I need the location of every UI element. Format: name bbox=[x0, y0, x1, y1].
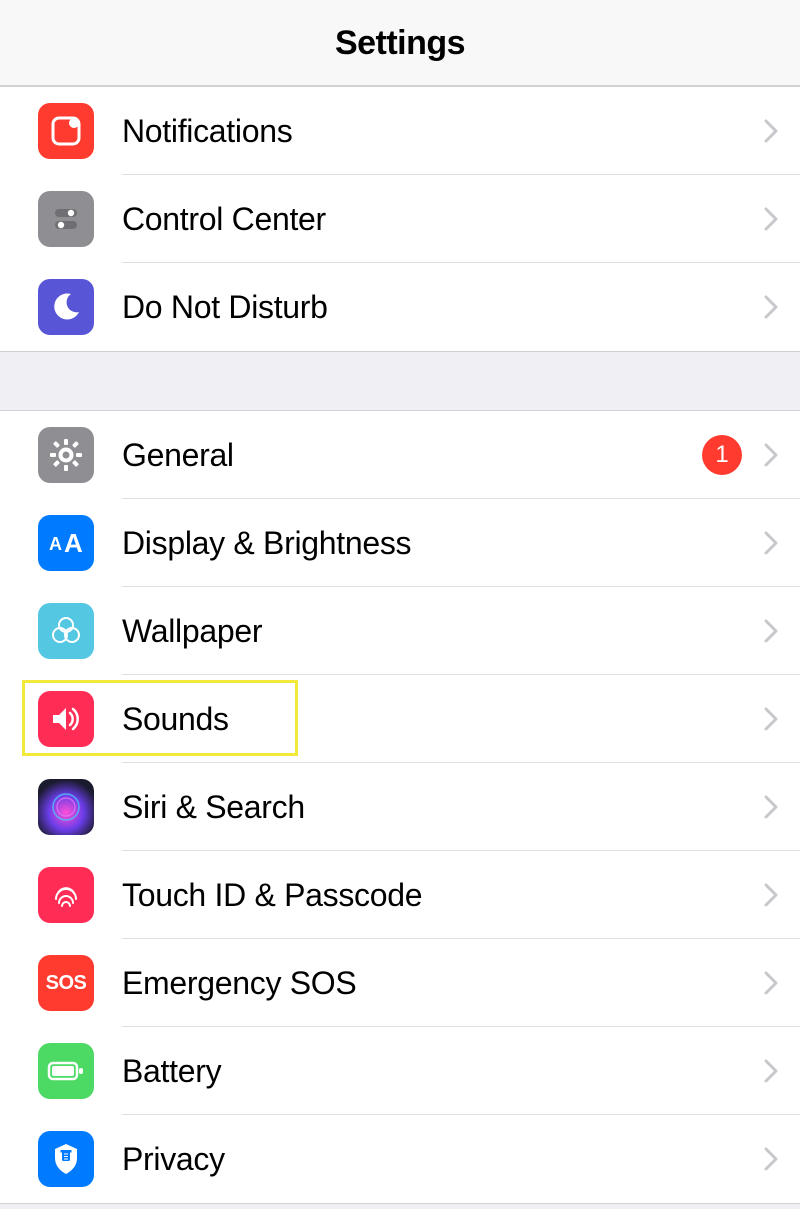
sos-text: SOS bbox=[46, 972, 87, 995]
chevron-right-icon bbox=[764, 619, 778, 643]
battery-icon bbox=[38, 1043, 94, 1099]
row-do-not-disturb[interactable]: Do Not Disturb bbox=[0, 263, 800, 351]
row-display-brightness[interactable]: AA Display & Brightness bbox=[0, 499, 800, 587]
header: Settings bbox=[0, 0, 800, 86]
svg-text:A: A bbox=[49, 534, 62, 554]
page-title: Settings bbox=[0, 24, 800, 63]
settings-group-2: General 1 AA Display & Brightness Wallpa… bbox=[0, 410, 800, 1204]
row-sounds[interactable]: Sounds bbox=[0, 675, 800, 763]
notification-badge: 1 bbox=[702, 435, 742, 475]
general-icon bbox=[38, 427, 94, 483]
chevron-right-icon bbox=[764, 1147, 778, 1171]
wallpaper-icon bbox=[38, 603, 94, 659]
row-label: Battery bbox=[122, 1053, 764, 1090]
chevron-right-icon bbox=[764, 883, 778, 907]
row-label: Notifications bbox=[122, 113, 764, 150]
chevron-right-icon bbox=[764, 207, 778, 231]
row-general[interactable]: General 1 bbox=[0, 411, 800, 499]
row-label: Sounds bbox=[122, 701, 764, 738]
row-label: Wallpaper bbox=[122, 613, 764, 650]
row-emergency-sos[interactable]: SOS Emergency SOS bbox=[0, 939, 800, 1027]
svg-text:A: A bbox=[64, 528, 83, 558]
row-privacy[interactable]: Privacy bbox=[0, 1115, 800, 1203]
siri-icon bbox=[38, 779, 94, 835]
chevron-right-icon bbox=[764, 795, 778, 819]
row-label: Control Center bbox=[122, 201, 764, 238]
emergency-sos-icon: SOS bbox=[38, 955, 94, 1011]
row-label: General bbox=[122, 437, 702, 474]
row-notifications[interactable]: Notifications bbox=[0, 87, 800, 175]
row-battery[interactable]: Battery bbox=[0, 1027, 800, 1115]
control-center-icon bbox=[38, 191, 94, 247]
row-touch-id[interactable]: Touch ID & Passcode bbox=[0, 851, 800, 939]
chevron-right-icon bbox=[764, 707, 778, 731]
chevron-right-icon bbox=[764, 531, 778, 555]
row-label: Do Not Disturb bbox=[122, 289, 764, 326]
touch-id-icon bbox=[38, 867, 94, 923]
row-label: Siri & Search bbox=[122, 789, 764, 826]
row-label: Display & Brightness bbox=[122, 525, 764, 562]
row-control-center[interactable]: Control Center bbox=[0, 175, 800, 263]
display-brightness-icon: AA bbox=[38, 515, 94, 571]
row-label: Privacy bbox=[122, 1141, 764, 1178]
chevron-right-icon bbox=[764, 295, 778, 319]
row-label: Touch ID & Passcode bbox=[122, 877, 764, 914]
sounds-icon bbox=[38, 691, 94, 747]
do-not-disturb-icon bbox=[38, 279, 94, 335]
chevron-right-icon bbox=[764, 1059, 778, 1083]
row-label: Emergency SOS bbox=[122, 965, 764, 1002]
row-siri-search[interactable]: Siri & Search bbox=[0, 763, 800, 851]
chevron-right-icon bbox=[764, 119, 778, 143]
chevron-right-icon bbox=[764, 443, 778, 467]
privacy-icon bbox=[38, 1131, 94, 1187]
row-wallpaper[interactable]: Wallpaper bbox=[0, 587, 800, 675]
notifications-icon bbox=[38, 103, 94, 159]
settings-group-1: Notifications Control Center Do Not Dist… bbox=[0, 86, 800, 352]
chevron-right-icon bbox=[764, 971, 778, 995]
